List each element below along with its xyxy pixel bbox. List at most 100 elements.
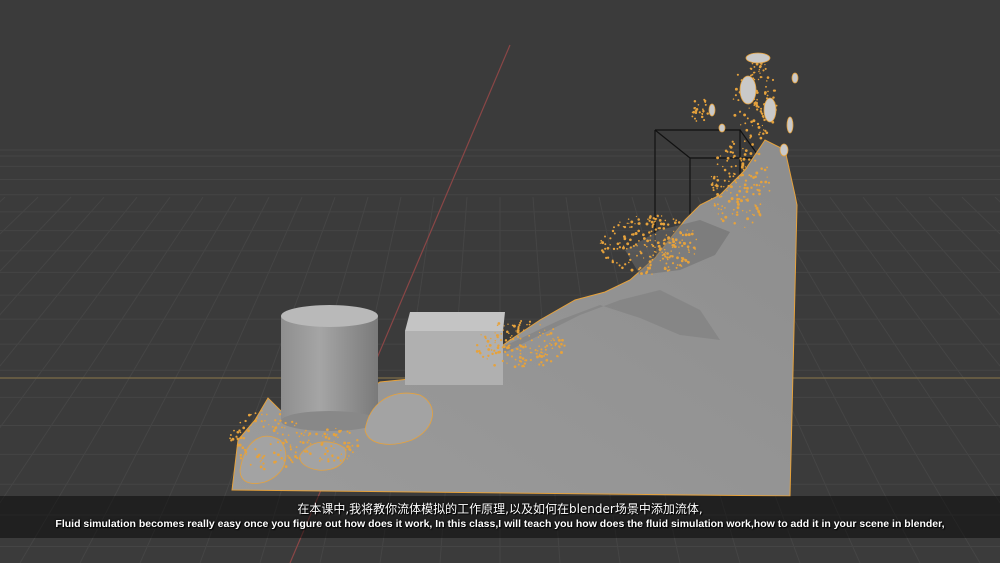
fluid-particle bbox=[522, 329, 525, 332]
fluid-particle bbox=[739, 186, 741, 188]
fluid-particle bbox=[291, 461, 294, 464]
fluid-particle bbox=[298, 457, 301, 460]
fluid-particle bbox=[762, 132, 765, 135]
fluid-particle bbox=[249, 463, 252, 466]
fluid-particle bbox=[659, 247, 662, 250]
fluid-particle bbox=[658, 219, 662, 222]
fluid-particle bbox=[315, 432, 318, 436]
fluid-particle bbox=[493, 363, 496, 367]
fluid-particle bbox=[307, 434, 310, 437]
fluid-particle bbox=[539, 324, 541, 326]
fluid-particle bbox=[742, 168, 745, 171]
fluid-particle bbox=[650, 230, 653, 233]
fluid-particle bbox=[736, 211, 739, 214]
cylinder-obstacle[interactable] bbox=[281, 305, 378, 431]
fluid-particle bbox=[326, 434, 329, 436]
fluid-particle bbox=[349, 446, 351, 448]
fluid-particle bbox=[544, 329, 546, 331]
fluid-particle bbox=[601, 249, 604, 252]
fluid-particle bbox=[726, 190, 728, 192]
fluid-particle bbox=[712, 189, 715, 192]
fluid-particle bbox=[671, 255, 674, 258]
fluid-particle bbox=[732, 175, 735, 178]
fluid-particle bbox=[737, 99, 740, 102]
fluid-particle bbox=[268, 423, 270, 426]
fluid-particle bbox=[733, 173, 736, 176]
fluid-particle bbox=[761, 124, 764, 127]
fluid-particle bbox=[746, 217, 750, 221]
fluid-particle bbox=[754, 101, 757, 103]
fluid-particle bbox=[552, 328, 555, 331]
fluid-particle bbox=[285, 440, 288, 443]
fluid-particle bbox=[681, 233, 685, 237]
fluid-particle bbox=[622, 245, 625, 247]
fluid-particle bbox=[746, 117, 749, 120]
fluid-particle bbox=[636, 245, 638, 247]
fluid-particle bbox=[763, 168, 767, 172]
fluid-particle bbox=[501, 359, 504, 363]
fluid-particle bbox=[346, 430, 349, 433]
fluid-particle bbox=[666, 223, 670, 226]
fluid-particle bbox=[664, 219, 667, 222]
fluid-particle bbox=[629, 246, 632, 249]
fluid-particle bbox=[343, 441, 347, 445]
fluid-particle bbox=[666, 258, 669, 261]
fluid-particle bbox=[236, 437, 239, 441]
fluid-particle bbox=[760, 112, 763, 115]
fluid-particle bbox=[536, 350, 539, 352]
fluid-particle bbox=[758, 192, 761, 196]
3d-viewport[interactable]: 在本课中,我将教你流体模拟的工作原理,以及如何在blender场景中添加流体, … bbox=[0, 0, 1000, 563]
fluid-particle bbox=[555, 343, 558, 345]
fluid-particle bbox=[649, 215, 652, 218]
fluid-particle bbox=[257, 453, 261, 457]
fluid-particle bbox=[496, 346, 500, 350]
fluid-particle bbox=[687, 260, 690, 264]
fluid-particle bbox=[543, 340, 546, 342]
fluid-particle bbox=[739, 157, 742, 160]
fluid-particle bbox=[509, 336, 512, 339]
fluid-particle bbox=[646, 266, 649, 269]
fluid-particle bbox=[278, 412, 282, 416]
fluid-particle bbox=[514, 358, 517, 361]
fluid-particle bbox=[758, 184, 761, 187]
fluid-particle bbox=[557, 338, 561, 342]
fluid-particle bbox=[295, 431, 298, 434]
fluid-particle bbox=[733, 113, 737, 117]
fluid-particle bbox=[693, 253, 696, 255]
fluid-particle bbox=[493, 349, 496, 352]
fluid-particle bbox=[648, 219, 651, 222]
fluid-particle bbox=[732, 142, 736, 146]
fluid-particle bbox=[506, 330, 509, 334]
subtitle-chinese: 在本课中,我将教你流体模拟的工作原理,以及如何在blender场景中添加流体, bbox=[297, 502, 703, 516]
fluid-particle bbox=[261, 413, 263, 416]
fluid-particle bbox=[279, 419, 282, 422]
fluid-particle bbox=[516, 329, 520, 332]
fluid-particle bbox=[273, 460, 277, 464]
fluid-particle bbox=[751, 143, 754, 146]
fluid-particle bbox=[645, 271, 648, 275]
fluid-particle bbox=[687, 248, 690, 250]
fluid-particle bbox=[309, 452, 312, 455]
fluid-particle bbox=[254, 448, 257, 451]
fluid-particle bbox=[716, 156, 720, 160]
fluid-particle bbox=[517, 363, 520, 366]
fluid-particle bbox=[756, 122, 760, 126]
fluid-particle bbox=[274, 419, 277, 422]
fluid-particle bbox=[262, 462, 265, 465]
fluid-particle bbox=[759, 203, 762, 206]
fluid-particle bbox=[621, 266, 624, 270]
fluid-particle bbox=[701, 113, 704, 116]
fluid-particle bbox=[530, 339, 533, 342]
fluid-particle bbox=[692, 230, 694, 232]
fluid-particle bbox=[750, 74, 752, 77]
fluid-particle bbox=[743, 153, 747, 156]
fluid-particle bbox=[263, 454, 266, 457]
fluid-particle bbox=[503, 325, 505, 327]
fluid-particle bbox=[629, 226, 631, 228]
fluid-particle bbox=[764, 67, 767, 70]
fluid-particle bbox=[260, 420, 263, 423]
fluid-particle bbox=[731, 140, 734, 143]
cube-obstacle[interactable] bbox=[405, 312, 505, 385]
fluid-particle bbox=[272, 429, 276, 433]
fluid-particle bbox=[494, 332, 496, 334]
